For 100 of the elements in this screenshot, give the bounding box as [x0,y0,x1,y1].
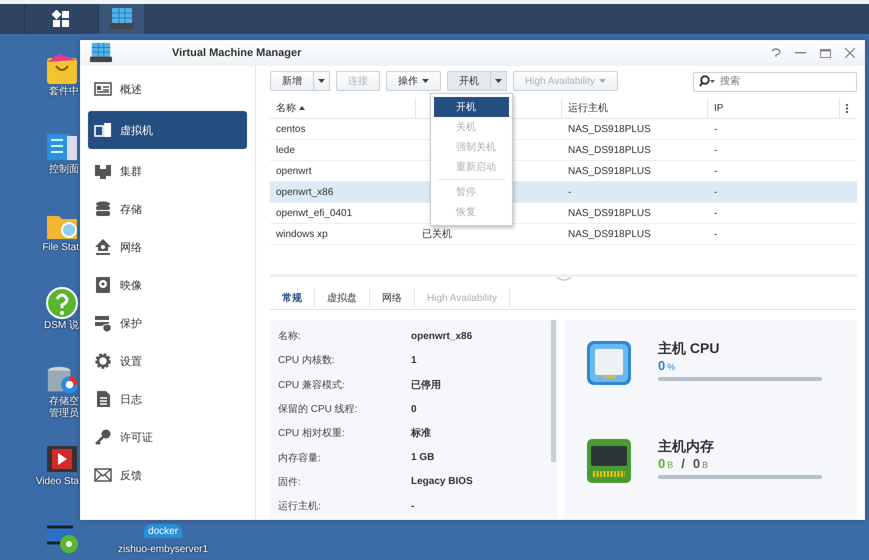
sidebar-item[interactable]: 存储 [88,190,247,228]
table-cell: - [568,186,572,198]
caret-icon [318,79,325,83]
table-cell: lede [276,144,295,156]
storage-icon [94,200,112,218]
sidebar-item[interactable]: 保护 [88,304,247,342]
unit-label: B [702,460,708,470]
toolbar-button[interactable]: 新增 [270,71,314,91]
cluster-icon [94,162,112,180]
vm-icon [94,121,112,139]
monitor-title: 主机内存 [658,438,715,456]
table-cell: - [714,228,718,240]
property-label: 内存容量: [278,452,322,465]
memory-chip-icon [586,438,632,484]
sidebar-item[interactable]: 许可证 [88,418,247,456]
sidebar-item[interactable]: 网络 [88,228,247,266]
property-label: 保留的 CPU 线程: [278,402,358,416]
usage-value: 0 [658,456,666,471]
table-cell: - [714,186,718,198]
settings-icon [94,352,112,370]
monitor-title: 主机 CPU [658,340,720,358]
tab[interactable]: 常规 [270,289,315,307]
app-logo-icon [90,42,112,64]
table-cell: 已关机 [422,229,452,240]
property-label: CPU 相对权重: [278,426,346,440]
dropdown-button[interactable] [314,71,330,91]
property-value: 1 [411,354,417,366]
sidebar-item[interactable]: 设置 [88,342,247,380]
sidebar-item[interactable]: 映像 [88,266,247,304]
desktop-icon-label: File Stat [42,242,79,254]
table-cell: - [714,208,718,218]
overview-icon [94,80,112,98]
table-cell: - [714,166,718,176]
log-icon [94,390,112,408]
column-menu-icon[interactable] [846,104,849,112]
scrollbar[interactable] [551,320,556,462]
sidebar-item[interactable]: 反馈 [88,456,247,494]
table-cell: - [714,124,718,134]
total-value: 0 [692,456,700,471]
unit-label: B [667,460,674,470]
menu-button[interactable]: 操作 [386,71,441,91]
table-cell: NAS_DS918PLUS [568,208,651,218]
desktop-icon-label: DSM 说 [44,320,79,332]
app-button[interactable] [98,4,144,34]
close-icon[interactable] [845,48,855,58]
table-cell: NAS_DS918PLUS [568,144,651,156]
property-value: 1 GB [411,452,434,464]
desktop-icon-label: 存储空 [49,396,79,408]
sidebar-item[interactable]: 概述 [88,70,247,108]
caret-icon [422,79,429,83]
caret-icon [598,79,606,83]
caret-icon [495,79,502,83]
package-icon[interactable] [45,52,79,86]
maximize-icon[interactable] [820,48,831,58]
server-icon [110,8,134,30]
help-icon[interactable] [771,48,781,58]
search-field[interactable]: 搜索 [693,72,857,92]
table-cell: windows xp [276,228,328,240]
menu-item[interactable]: 开机 [434,97,509,117]
desktop-icon-label: 管理员 [49,408,79,420]
unit-label: % [667,362,676,372]
splitter-handle-icon[interactable] [556,277,570,282]
property-value: - [411,500,414,512]
table-cell: centos [276,124,306,134]
column-header[interactable]: 运行主机 [568,101,608,115]
processor-icon [586,340,632,386]
minimize-icon[interactable] [795,52,806,54]
desktop-icon-label: Video Sta [36,476,79,488]
storage-icon[interactable] [45,364,79,396]
window-title: Virtual Machine Manager [171,47,302,59]
table-cell: openwrt_x86 [276,186,334,198]
sidebar-item[interactable]: 虚拟机 [88,111,247,149]
desktop-icon-label: zishuo-embyserver1 [118,544,208,555]
table-cell: openwt_efi_0401 [276,208,352,218]
table-cell: openwrt [276,166,312,176]
feedback-icon [94,466,112,484]
property-value: Legacy BIOS [411,476,473,488]
dropdown-button[interactable] [491,71,507,91]
sidebar-item[interactable]: 日志 [88,380,247,418]
network-icon [94,238,112,256]
table-cell: - [714,144,718,156]
column-header[interactable]: 名称 [276,101,296,115]
table-cell: NAS_DS918PLUS [568,124,651,134]
desktop-icon-label: 控制面 [49,164,79,176]
table-cell: NAS_DS918PLUS [568,228,651,240]
property-value: 已停用 [411,378,441,392]
property-value: 0 [411,404,417,415]
main-menu-icon [52,10,70,28]
tab[interactable]: 网络 [370,289,415,307]
sidebar-item[interactable]: 集群 [88,152,247,190]
property-label: 名称: [278,330,302,344]
tab[interactable]: 虚拟盘 [315,289,370,307]
image-icon [94,276,112,294]
table-cell: NAS_DS918PLUS [568,166,651,176]
property-label: 运行主机: [278,500,322,514]
column-header[interactable]: IP [714,102,724,114]
usage-value: 0 [658,358,666,373]
help-icon[interactable] [45,286,79,320]
property-label: CPU 兼容模式: [278,378,346,392]
toolbar-button[interactable]: 开机 [447,71,491,91]
